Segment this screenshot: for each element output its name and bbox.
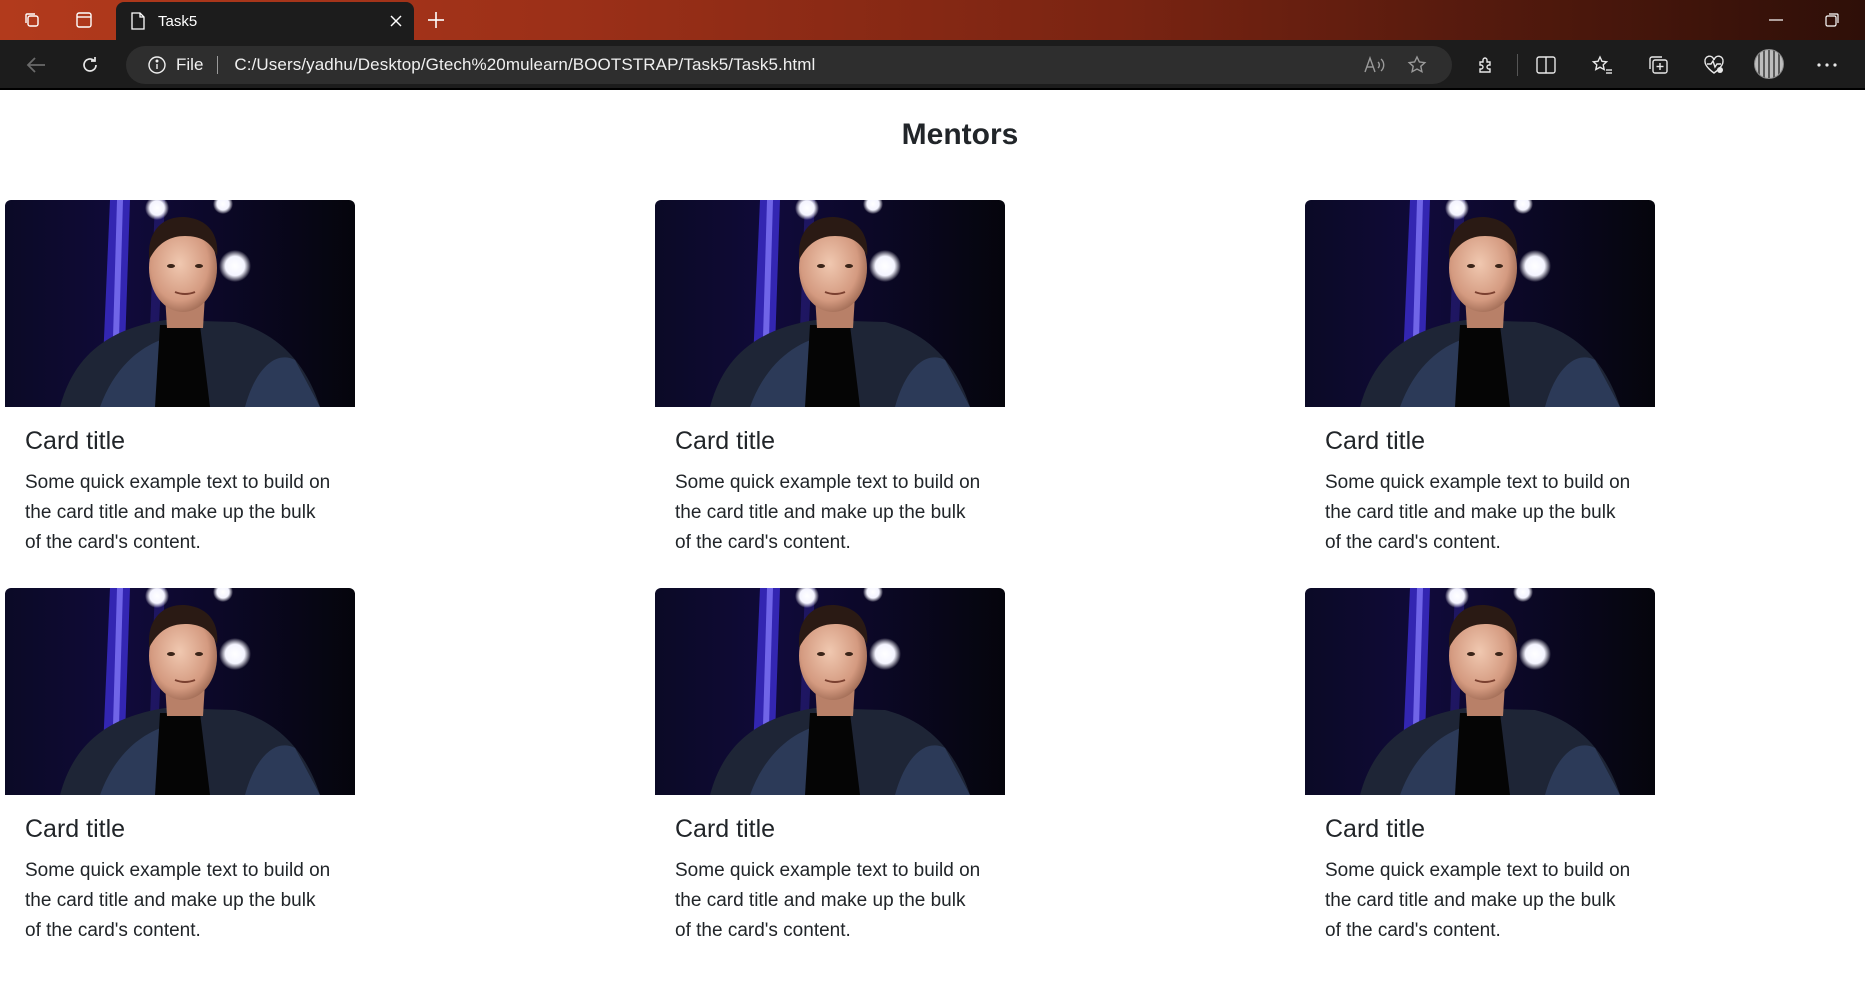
mentor-photo	[655, 200, 1005, 407]
address-separator	[217, 56, 219, 74]
address-bar[interactable]: File C:/Users/yadhu/Desktop/Gtech%20mule…	[126, 46, 1452, 84]
mentor-card: Card title Some quick example text to bui…	[655, 588, 1005, 946]
address-scheme: File	[176, 55, 204, 74]
card-text: Some quick example text to build on the …	[25, 472, 331, 553]
browser-toolbar: File C:/Users/yadhu/Desktop/Gtech%20mule…	[0, 40, 1865, 90]
mentor-card: Card title Some quick example text to bui…	[1305, 588, 1655, 946]
card-text: Some quick example text to build on the …	[1325, 860, 1631, 941]
card-body: Card title Some quick example text to bui…	[5, 795, 355, 946]
card-title: Card title	[25, 427, 126, 455]
tab-title: Task5	[158, 12, 198, 30]
read-aloud-icon[interactable]	[1362, 52, 1388, 78]
mentor-card: Card title Some quick example text to bui…	[1305, 200, 1655, 558]
card-body: Card title Some quick example text to bui…	[655, 407, 1005, 558]
card-title: Card title	[25, 815, 126, 843]
card-text: Some quick example text to build on the …	[675, 860, 981, 941]
close-icon[interactable]	[382, 7, 410, 35]
info-icon[interactable]	[146, 54, 168, 76]
card-body: Card title Some quick example text to bui…	[1305, 407, 1655, 558]
workspaces-icon[interactable]	[20, 8, 44, 32]
mentor-card: Card title Some quick example text to bui…	[5, 588, 355, 946]
collections-icon[interactable]	[1644, 51, 1672, 79]
favorite-star-icon[interactable]	[1404, 52, 1430, 78]
split-screen-icon[interactable]	[1532, 51, 1560, 79]
back-icon[interactable]	[22, 51, 50, 79]
tab-actions-icon[interactable]	[72, 8, 96, 32]
address-url[interactable]: C:/Users/yadhu/Desktop/Gtech%20mulearn/B…	[234, 55, 815, 75]
card-title: Card title	[675, 427, 776, 455]
mentor-card: Card title Some quick example text to bui…	[655, 200, 1005, 558]
browser-titlebar: Task5	[0, 0, 1865, 40]
more-icon[interactable]	[1813, 51, 1841, 79]
card-body: Card title Some quick example text to bui…	[1305, 795, 1655, 946]
mentor-photo	[1305, 588, 1655, 795]
page-icon	[130, 12, 146, 30]
mentor-photo	[5, 588, 355, 795]
card-body: Card title Some quick example text to bui…	[5, 407, 355, 558]
profile-avatar[interactable]	[1754, 49, 1784, 79]
card-body: Card title Some quick example text to bui…	[655, 795, 1005, 946]
active-tab[interactable]: Task5	[116, 2, 414, 40]
restore-icon[interactable]	[1818, 8, 1846, 32]
mentor-card: Card title Some quick example text to bui…	[5, 200, 355, 558]
card-text: Some quick example text to build on the …	[675, 472, 981, 553]
page-heading: Mentors	[901, 118, 1019, 151]
favorites-icon[interactable]	[1588, 51, 1616, 79]
refresh-icon[interactable]	[76, 51, 104, 79]
page-content: Mentors Card title Some quick example te…	[0, 92, 1865, 993]
toolbar-divider	[1517, 54, 1518, 76]
mentor-photo	[5, 200, 355, 407]
card-title: Card title	[1325, 815, 1426, 843]
extensions-icon[interactable]	[1472, 51, 1500, 79]
minimize-icon[interactable]	[1762, 8, 1790, 32]
card-title: Card title	[675, 815, 776, 843]
mentor-photo	[1305, 200, 1655, 407]
browser-essentials-icon[interactable]	[1700, 51, 1728, 79]
card-text: Some quick example text to build on the …	[1325, 472, 1631, 553]
card-text: Some quick example text to build on the …	[25, 860, 331, 941]
new-tab-icon[interactable]	[424, 8, 448, 32]
mentor-photo	[655, 588, 1005, 795]
card-title: Card title	[1325, 427, 1426, 455]
